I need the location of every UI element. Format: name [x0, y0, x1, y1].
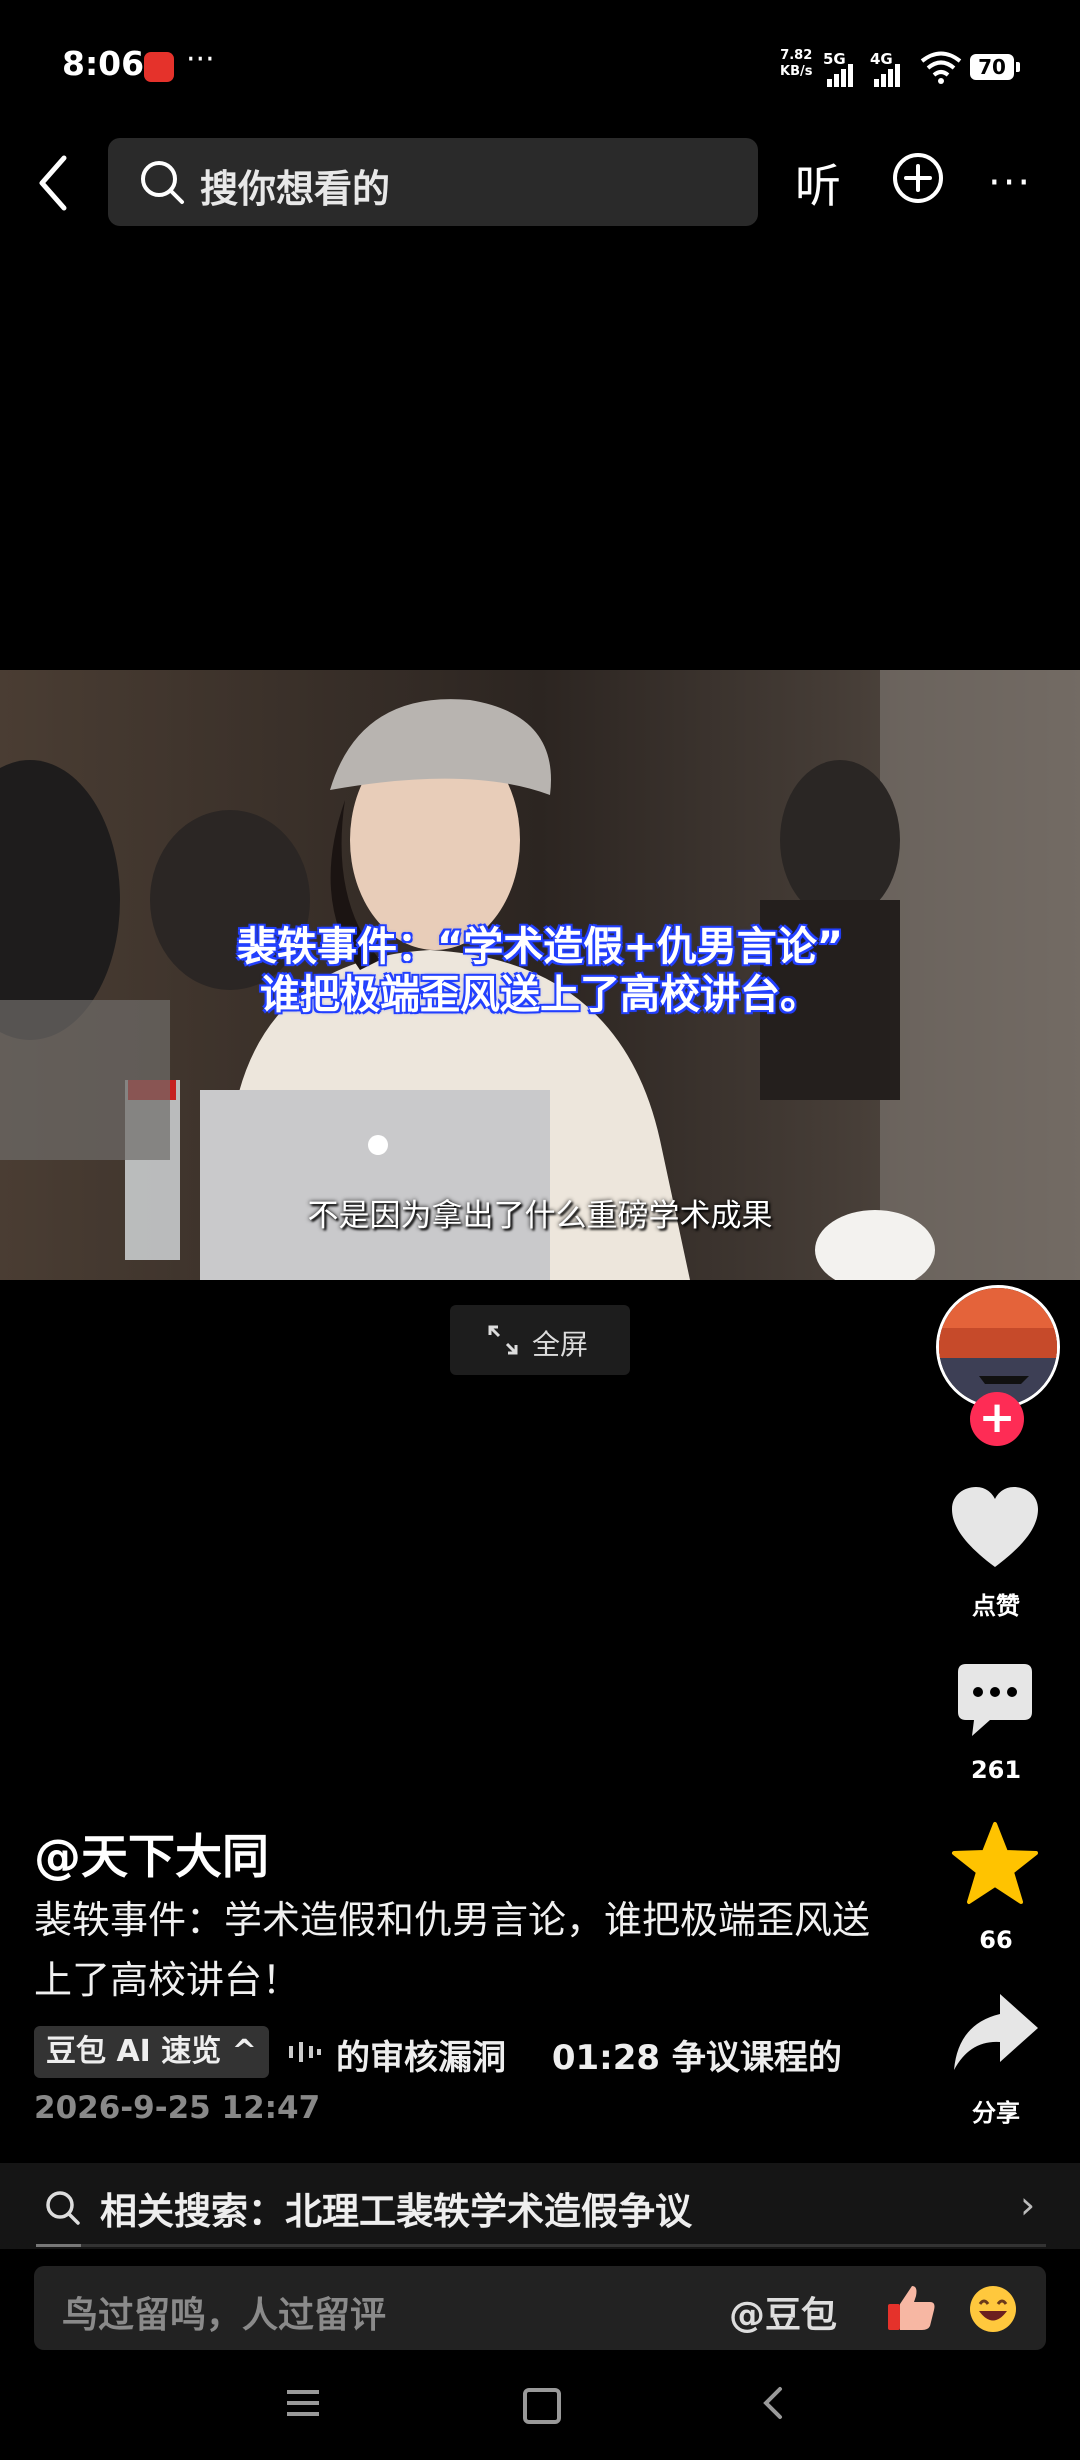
like-label: 点赞 [972, 1592, 1020, 1620]
signal-4g-icon: 4G [870, 50, 914, 87]
battery-tip [1016, 62, 1020, 72]
more-options-button[interactable]: ··· [988, 160, 1032, 206]
fullscreen-button[interactable]: 全屏 [450, 1305, 630, 1375]
battery-icon: 70 [970, 54, 1014, 80]
favorite-count: 66 [979, 1926, 1013, 1954]
add-circle-icon[interactable] [892, 152, 944, 204]
status-time: 8:06 [62, 44, 145, 83]
post-date: 2026-9-25 12:47 [34, 2090, 321, 2126]
laughing-emoji-icon[interactable] [968, 2284, 1018, 2334]
search-icon [46, 2191, 80, 2225]
video-title-overlay: 裴轶事件：“学术造假+仇男言论” 谁把极端歪风送上了高校讲台。 [0, 923, 1080, 1019]
status-bar: 8:06 ··· 7.82 KB/s 5G 4G 70 [0, 0, 1080, 130]
mention-doubao-button[interactable]: @豆包 [729, 2286, 837, 2338]
comment-icon[interactable] [954, 1660, 1036, 1742]
post-description: 裴轶事件：学术造假和仇男言论，谁把极端歪风送上了高校讲台！ [34, 1898, 871, 2002]
video-title-line1: 裴轶事件：“学术造假+仇男言论” [236, 924, 844, 970]
back-icon[interactable] [30, 150, 80, 216]
audio-wave-icon [289, 2042, 321, 2062]
author-avatar[interactable] [936, 1285, 1060, 1409]
search-icon [141, 161, 184, 204]
video-progress-bar[interactable] [36, 2244, 1046, 2247]
back-nav-icon[interactable] [760, 2385, 786, 2421]
avatar-image [939, 1288, 1057, 1406]
ai-summary-row[interactable]: 豆包 AI 速览 ^ 的审核漏洞 01:28 争议课程的 [34, 2026, 914, 2078]
related-search-bar[interactable]: 相关搜索：北理工裴轶学术造假争议 › [0, 2163, 1080, 2249]
author-name[interactable]: @天下大同 [34, 1818, 269, 1887]
star-icon[interactable] [950, 1820, 1040, 1908]
heart-icon[interactable] [950, 1485, 1040, 1571]
share-icon[interactable] [950, 1990, 1040, 2074]
network-speed-value: 7.82 [780, 48, 813, 63]
network-speed-unit: KB/s [780, 64, 813, 79]
network-speed: 7.82 KB/s [780, 48, 812, 80]
comment-placeholder: 鸟过留鸣，人过留评 [62, 2295, 387, 2336]
fullscreen-label: 全屏 [532, 1328, 589, 1361]
ai-summary-text: 的审核漏洞 01:28 争议课程的 [336, 2038, 842, 2078]
video-caption: 不是因为拿出了什么重磅学术成果 [307, 1198, 773, 1234]
chevron-right-icon: › [1020, 2183, 1036, 2227]
menu-nav-icon[interactable] [285, 2388, 321, 2418]
comment-count: 261 [970, 1756, 1022, 1784]
home-nav-icon[interactable] [523, 2388, 561, 2424]
signal-5g-icon: 5G [823, 50, 867, 87]
app-notification-icon [144, 52, 174, 82]
video-title-line2: 谁把极端歪风送上了高校讲台。 [260, 972, 820, 1018]
listen-button[interactable]: 听 [795, 150, 841, 216]
share-label: 分享 [972, 2099, 1020, 2127]
ai-summary-button[interactable]: 豆包 AI 速览 ^ [34, 2026, 269, 2078]
status-more-icon: ··· [186, 42, 215, 77]
search-input[interactable]: 搜你想看的 [108, 138, 758, 226]
video-progress-fill [36, 2244, 81, 2247]
related-search-label: 相关搜索：北理工裴轶学术造假争议 [100, 2190, 692, 2233]
expand-icon [488, 1325, 518, 1355]
wifi-icon [920, 51, 962, 84]
follow-button[interactable]: + [970, 1392, 1024, 1446]
search-placeholder: 搜你想看的 [200, 167, 391, 211]
comment-input[interactable]: 鸟过留鸣，人过留评 @豆包 [34, 2266, 1046, 2350]
thumbs-up-emoji-icon[interactable] [884, 2280, 940, 2336]
